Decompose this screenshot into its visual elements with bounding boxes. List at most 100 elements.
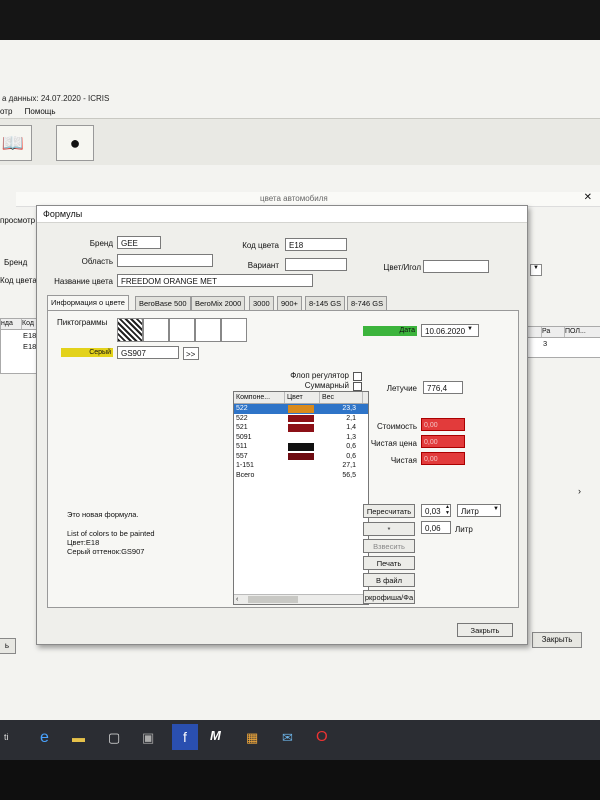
gray-field[interactable]: GS907 <box>117 346 179 359</box>
component-weight: 1,4 <box>346 424 356 431</box>
chevron-down-icon[interactable]: ▼ <box>530 264 542 276</box>
color-swatch-cell <box>284 423 316 433</box>
component-code: 522 <box>236 405 248 412</box>
star-button[interactable]: * <box>363 522 415 536</box>
grid-row[interactable]: 511 0,6 <box>234 442 368 452</box>
color-code-label: Код цвета <box>242 241 279 250</box>
grid-row[interactable]: 5091 1,3 <box>234 433 368 443</box>
grid-row[interactable]: 1-151 27,1 <box>234 461 368 471</box>
weigh-button[interactable]: Взвесить <box>363 539 415 553</box>
cumulative-checkbox[interactable] <box>353 382 362 391</box>
pictogram-slot[interactable] <box>221 318 247 342</box>
monitor-bezel-top <box>0 0 600 40</box>
bg-left-button[interactable]: ь <box>0 638 16 654</box>
toolbar: 📖 ● <box>0 118 600 165</box>
scrollbar-thumb[interactable] <box>248 596 298 603</box>
color-needle-field[interactable] <box>423 260 489 273</box>
print-button[interactable]: Печать <box>363 556 415 570</box>
floppy-icon[interactable]: ▣ <box>142 730 154 746</box>
tab-berobase-500[interactable]: BeroBase 500 <box>135 296 191 311</box>
tab-8-746-gs[interactable]: 8-746 GS <box>347 296 388 311</box>
menu-item-help[interactable]: Помощь <box>25 107 56 116</box>
col-weight[interactable]: Вес <box>320 392 363 403</box>
color-code-field[interactable]: E18 <box>285 238 347 251</box>
color-swatch <box>288 414 314 422</box>
tab-8-145-gs[interactable]: 8-145 GS <box>305 296 346 311</box>
close-icon[interactable]: ✕ <box>584 192 592 203</box>
net-price-value: 0,00 <box>421 435 465 448</box>
window-icon[interactable]: ▢ <box>108 730 120 746</box>
grid-header: Компоне... Цвет Вес <box>234 392 368 404</box>
color-swatch <box>288 405 314 413</box>
close-button[interactable]: Закрыть <box>457 623 513 637</box>
bg-col-header: нда <box>1 319 22 329</box>
brand-label: Бренд <box>89 239 113 248</box>
col-component[interactable]: Компоне... <box>234 392 285 403</box>
mail-icon[interactable]: ✉ <box>282 730 293 746</box>
app-icon[interactable]: f <box>172 724 198 750</box>
store-icon[interactable]: ▦ <box>246 730 258 746</box>
net-value: 0,00 <box>421 452 465 465</box>
pictogram-slot[interactable] <box>143 318 169 342</box>
recalculate-button[interactable]: Пересчитать <box>363 504 415 518</box>
bg-close-button[interactable]: Закрыть <box>532 632 582 648</box>
pictogram-slot[interactable] <box>195 318 221 342</box>
horizontal-scrollbar[interactable]: ‹ › <box>234 594 368 604</box>
grid-row[interactable]: 521 1,4 <box>234 423 368 433</box>
bg-color-code-label: Код цвета <box>0 276 37 285</box>
monitor-bezel-bottom <box>0 760 600 800</box>
expand-button[interactable]: >> <box>183 347 199 360</box>
formulas-dialog: Формулы Бренд GEE Код цвета E18 Область … <box>36 205 528 645</box>
bg-view-label: просмотр <box>0 216 36 225</box>
grid-row[interactable]: 522 2,1 <box>234 414 368 424</box>
area-field[interactable] <box>117 254 213 267</box>
chevron-down-icon[interactable]: ▼ <box>493 506 499 512</box>
flop-checkbox[interactable] <box>353 372 362 381</box>
net-label: Чистая <box>390 456 417 465</box>
edge-icon[interactable]: e <box>40 729 49 747</box>
opera-icon[interactable]: O <box>316 728 328 745</box>
quantity-stepper[interactable]: ▲ ▼ <box>445 504 450 516</box>
tab-3000[interactable]: 3000 <box>249 296 274 311</box>
book-icon[interactable]: 📖 <box>0 125 32 161</box>
taskbar-hint: ti <box>4 732 9 742</box>
brand-field[interactable]: GEE <box>117 236 161 249</box>
component-weight: 2,1 <box>346 414 356 422</box>
component-weight: 1,3 <box>346 433 356 441</box>
color-swatch-cell <box>284 471 316 481</box>
grid-row[interactable]: Всего 56,5 <box>234 471 368 481</box>
to-file-button[interactable]: В файл <box>363 573 415 587</box>
color-name-field[interactable]: FREEDOM ORANGE MET <box>117 274 313 287</box>
app-title: а данных: 24.07.2020 - ICRIS <box>2 94 110 103</box>
variant-label: Вариант <box>247 261 279 270</box>
components-grid[interactable]: Компоне... Цвет Вес 522 23,3 522 2,1 521 1,4 5… <box>233 391 369 605</box>
pictogram-icon[interactable] <box>117 318 143 342</box>
grid-row[interactable]: 522 23,3 <box>234 404 368 414</box>
color-swatch <box>288 424 314 432</box>
folder-icon[interactable]: ▬ <box>72 730 85 745</box>
chevron-left-icon[interactable]: ‹ <box>236 595 238 604</box>
date-label: Дата <box>363 326 417 336</box>
col-color[interactable]: Цвет <box>285 392 320 403</box>
net-price-label: Чистая цена <box>370 439 417 448</box>
second-window-title: цвета автомобиля <box>260 194 328 203</box>
color-swatch-cell <box>284 452 316 462</box>
mixing-app-icon[interactable]: M <box>210 728 221 743</box>
chevron-right-icon[interactable]: › <box>578 486 581 496</box>
bg-col-header: Ра <box>542 327 565 337</box>
flop-label: Флоп регулятор <box>290 371 349 380</box>
chevron-down-icon[interactable]: ▼ <box>467 326 473 332</box>
bg-col-header: ПОЛ... <box>565 328 586 335</box>
traffic-light-icon[interactable]: ● <box>56 125 94 161</box>
tab-900plus[interactable]: 900+ <box>277 296 302 311</box>
component-code: Всего <box>236 471 255 479</box>
pictogram-file-button[interactable]: ркрофиша/Фа <box>363 590 415 604</box>
tab-beromix-2000[interactable]: BeroMix 2000 <box>191 296 246 311</box>
pictogram-slot[interactable] <box>169 318 195 342</box>
menu-item-view[interactable]: отр <box>0 107 12 116</box>
volatile-field[interactable]: 776,4 <box>423 381 463 394</box>
grid-row[interactable]: 557 0,6 <box>234 452 368 462</box>
component-code: 511 <box>236 443 248 450</box>
tab-color-info[interactable]: Информация о цвете <box>47 295 129 311</box>
variant-field[interactable] <box>285 258 347 271</box>
